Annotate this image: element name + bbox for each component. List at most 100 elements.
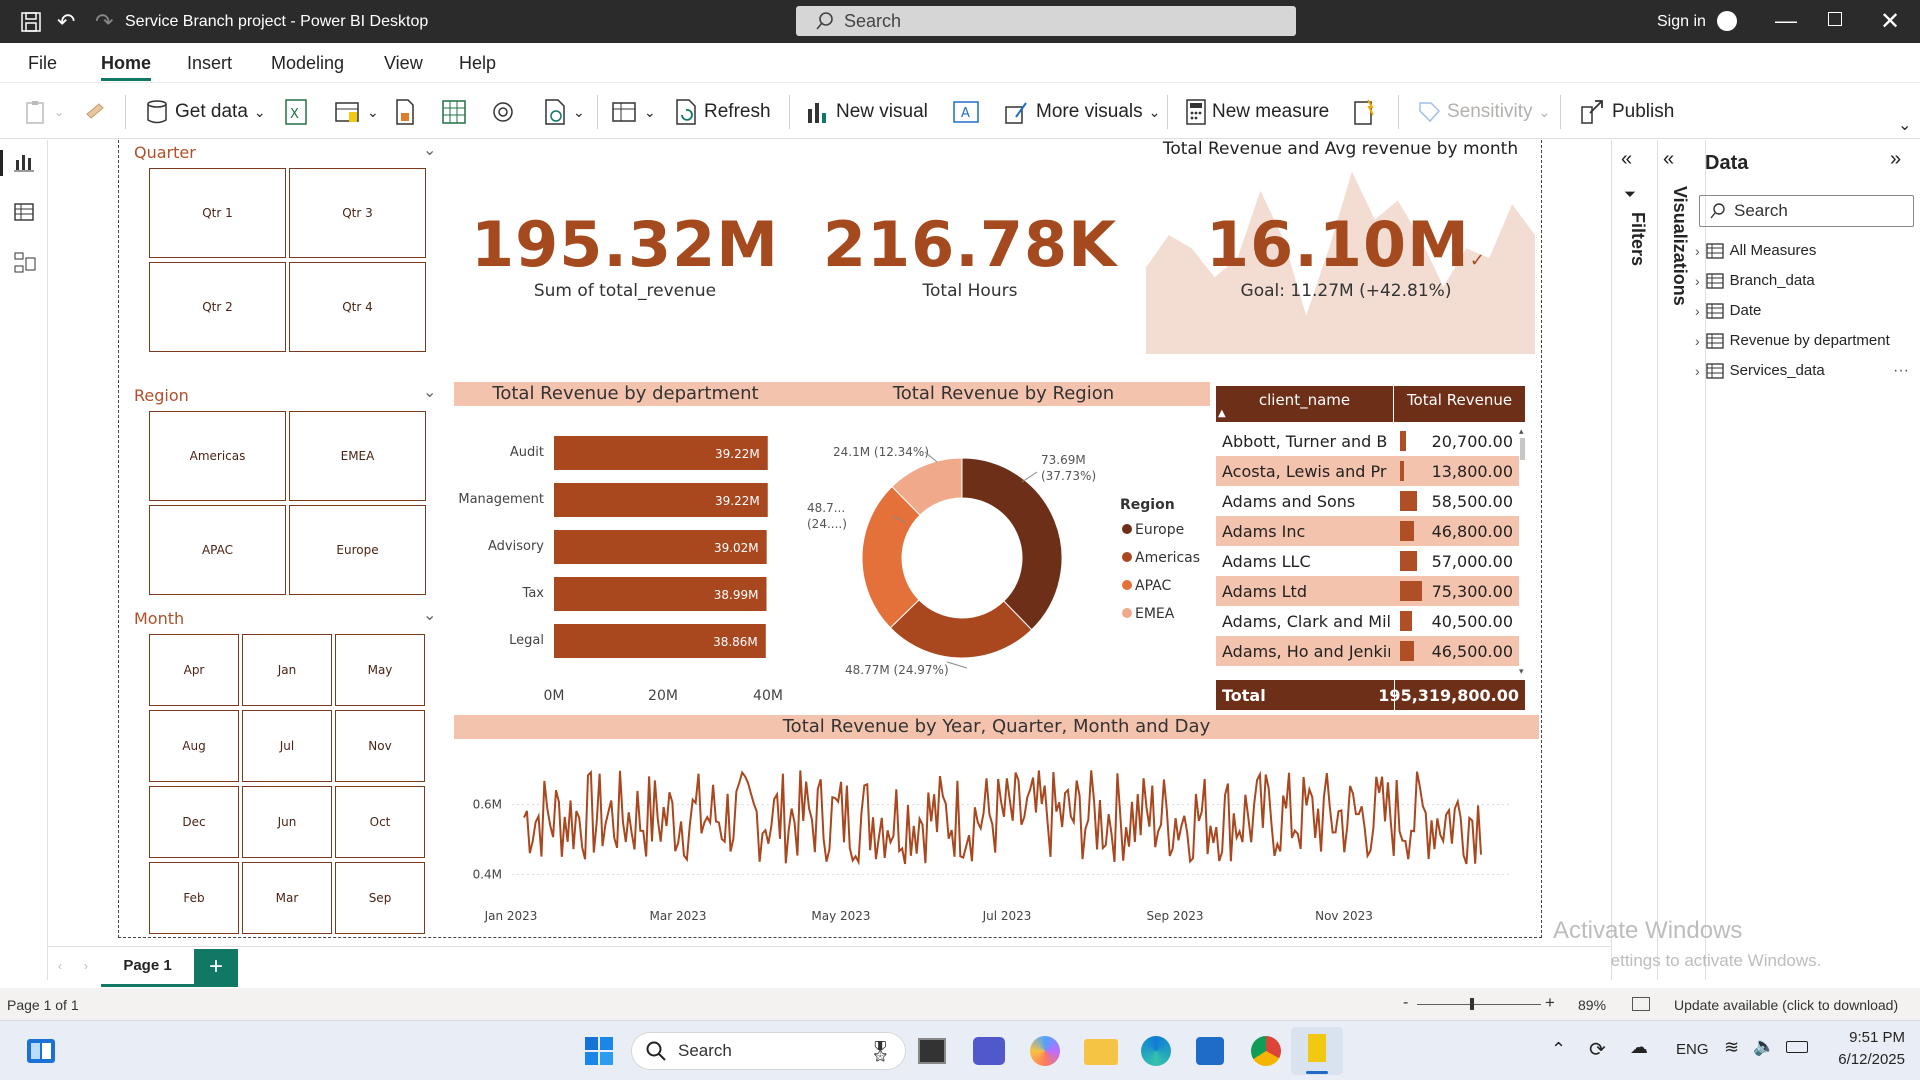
sort-asc-icon[interactable]: ▲ <box>1218 408 1226 419</box>
trend-line-series[interactable] <box>523 770 1482 866</box>
data-table-date[interactable]: › Date <box>1695 302 1761 319</box>
get-data-button[interactable]: Get data ⌄ <box>145 97 266 127</box>
slicer-tile-europe[interactable]: Europe <box>289 505 426 595</box>
undo-icon[interactable]: ↶ <box>57 9 75 35</box>
data-table-revenue-by-department[interactable]: › Revenue by department <box>1695 332 1890 349</box>
scroll-down-icon[interactable]: ▾ <box>1519 666 1525 676</box>
edge-icon[interactable] <box>1141 1036 1171 1066</box>
col-total-revenue[interactable]: Total Revenue <box>1394 386 1525 422</box>
expand-chevron-icon[interactable]: › <box>1695 333 1700 349</box>
expand-data-icon[interactable]: » <box>1890 148 1901 171</box>
slicer-tile-month-feb[interactable]: Feb <box>149 862 239 934</box>
restore-icon[interactable] <box>1828 12 1842 26</box>
start-icon[interactable] <box>584 1036 614 1071</box>
prev-page-icon[interactable]: ‹ <box>58 959 62 973</box>
chevron-up-icon[interactable]: ⌃ <box>1551 1039 1566 1060</box>
store-icon[interactable] <box>1196 1037 1224 1065</box>
clock-date[interactable]: 6/12/2025 <box>1815 1051 1905 1068</box>
slicer-tile-month-oct[interactable]: Oct <box>335 786 425 858</box>
zoom-slider[interactable] <box>1417 1004 1541 1005</box>
powerbi-icon[interactable] <box>1308 1034 1326 1062</box>
dataset-button[interactable]: ⌄ <box>335 97 379 127</box>
battery-icon[interactable] <box>1786 1041 1808 1053</box>
data-table-all-measures[interactable]: › All Measures <box>1695 242 1816 259</box>
model-view-icon[interactable] <box>14 252 36 279</box>
slicer-tile-qtr4[interactable]: Qtr 4 <box>289 262 426 352</box>
paste-button[interactable]: ⌄ <box>24 97 64 127</box>
teams-icon[interactable] <box>973 1037 1005 1065</box>
slicer-tile-americas[interactable]: Americas <box>149 411 286 501</box>
search-box[interactable]: Search <box>796 6 1296 36</box>
new-visual-button[interactable]: New visual <box>806 97 928 127</box>
slicer-tile-month-jul[interactable]: Jul <box>242 710 332 782</box>
slicer-tile-month-nov[interactable]: Nov <box>335 710 425 782</box>
col-client-name[interactable]: client_name <box>1216 386 1394 422</box>
text-box-button[interactable]: A <box>953 97 979 127</box>
table-row[interactable]: Adams Ltd 75,300.00 <box>1216 576 1519 606</box>
table-row[interactable]: Adams, Ho and Jenkin 46,500.00 <box>1216 636 1519 666</box>
collapse-ribbon-icon[interactable]: ⌄ <box>1898 115 1911 135</box>
zoom-out-icon[interactable]: - <box>1403 994 1408 1012</box>
data-table-branch-data[interactable]: › Branch_data <box>1695 272 1815 289</box>
quarter-chevron-icon[interactable]: ⌄ <box>423 140 436 160</box>
data-search-input[interactable]: Search <box>1699 195 1914 227</box>
slicer-tile-apac[interactable]: APAC <box>149 505 286 595</box>
table-body[interactable]: Abbott, Turner and B 20,700.00 Acosta, Lew… <box>1216 426 1519 666</box>
sensitivity-button[interactable]: Sensitivity ⌄ <box>1417 97 1550 127</box>
menu-home[interactable]: Home <box>101 53 151 74</box>
wifi-icon[interactable]: ≋ <box>1724 1037 1739 1058</box>
redo-icon[interactable]: ↷ <box>95 9 113 35</box>
avatar[interactable] <box>1717 11 1737 31</box>
filters-pane-tab[interactable]: Filters <box>1618 212 1648 302</box>
save-icon[interactable] <box>20 11 42 38</box>
legend-item[interactable]: Europe <box>1135 522 1184 538</box>
enter-data-button[interactable] <box>442 97 466 127</box>
table-row[interactable]: Acosta, Lewis and Pr 13,800.00 <box>1216 456 1519 486</box>
menu-insert[interactable]: Insert <box>187 53 232 74</box>
sync-icon[interactable]: ⟳ <box>1589 1037 1606 1062</box>
next-page-icon[interactable]: › <box>84 959 88 973</box>
slicer-tile-month-may[interactable]: May <box>335 634 425 706</box>
expand-chevron-icon[interactable]: › <box>1695 303 1700 319</box>
zoom-slider-thumb[interactable] <box>1470 998 1474 1010</box>
format-painter-button[interactable] <box>83 97 107 127</box>
new-measure-button[interactable]: New measure <box>1186 97 1329 127</box>
copilot-icon[interactable] <box>1030 1036 1060 1066</box>
slicer-tile-qtr2[interactable]: Qtr 2 <box>149 262 286 352</box>
region-chevron-icon[interactable]: ⌄ <box>423 382 436 402</box>
slicer-tile-qtr3[interactable]: Qtr 3 <box>289 168 426 258</box>
table-row[interactable]: Adams and Sons 58,500.00 <box>1216 486 1519 516</box>
transform-data-button[interactable]: ⌄ <box>543 97 585 127</box>
scroll-up-icon[interactable]: ▴ <box>1519 426 1525 436</box>
legend-item[interactable]: APAC <box>1135 578 1171 594</box>
slicer-tile-month-jan[interactable]: Jan <box>242 634 332 706</box>
menu-help[interactable]: Help <box>459 53 496 74</box>
menu-file[interactable]: File <box>28 53 57 74</box>
region-donut-slice[interactable] <box>961 457 1063 631</box>
visualizations-pane-tab[interactable]: Visualizations <box>1660 186 1690 316</box>
recent-sources-button[interactable] <box>490 97 516 127</box>
table-view-button[interactable]: ⌄ <box>612 97 656 127</box>
add-page-button[interactable]: + <box>194 949 238 987</box>
more-visuals-button[interactable]: More visuals ⌄ <box>1004 97 1160 127</box>
expand-chevron-icon[interactable]: › <box>1695 273 1700 289</box>
data-table-services-data[interactable]: › Services_data <box>1695 362 1825 379</box>
menu-modeling[interactable]: Modeling <box>271 53 344 74</box>
slicer-tile-month-apr[interactable]: Apr <box>149 634 239 706</box>
minimize-icon[interactable]: — <box>1775 8 1797 34</box>
table-view-icon[interactable] <box>14 202 34 227</box>
page-tab-1[interactable]: Page 1 <box>101 947 194 987</box>
widgets-icon[interactable] <box>26 1038 56 1069</box>
refresh-button[interactable]: Refresh <box>674 97 771 127</box>
zoom-in-icon[interactable]: + <box>1545 993 1555 1013</box>
table-scrollbar-thumb[interactable] <box>1520 438 1525 460</box>
table-row[interactable]: Adams LLC 57,000.00 <box>1216 546 1519 576</box>
publish-button[interactable]: Publish <box>1580 97 1674 127</box>
collapse-filters-icon[interactable]: « <box>1621 148 1632 171</box>
slicer-tile-emea[interactable]: EMEA <box>289 411 426 501</box>
menu-view[interactable]: View <box>384 53 423 74</box>
excel-button[interactable]: X <box>285 97 307 127</box>
task-view-icon[interactable] <box>918 1038 946 1064</box>
slicer-tile-month-dec[interactable]: Dec <box>149 786 239 858</box>
slicer-tile-month-mar[interactable]: Mar <box>242 862 332 934</box>
